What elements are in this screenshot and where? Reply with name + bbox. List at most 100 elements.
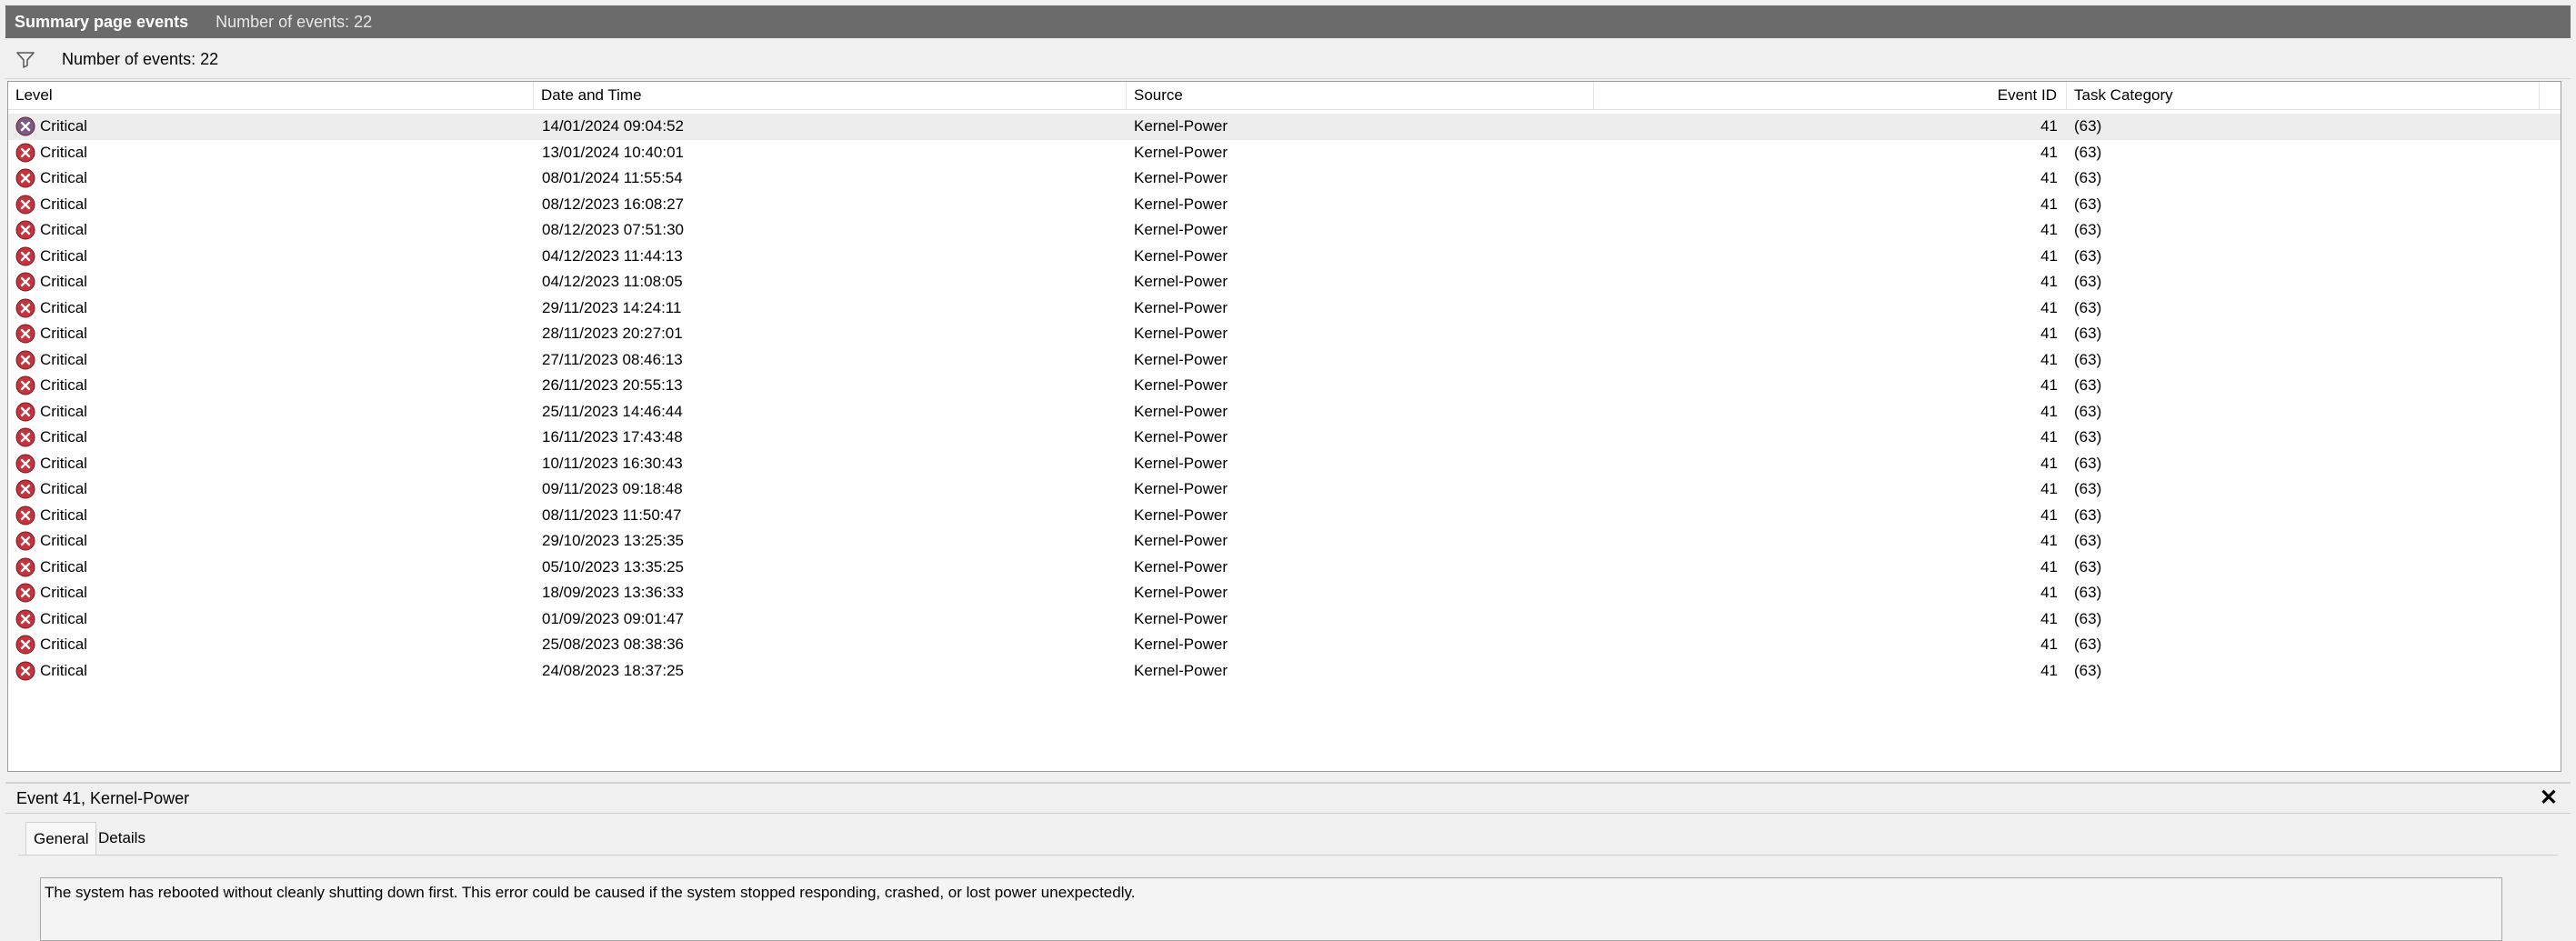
table-row[interactable]: Critical 08/01/2024 11:55:54 Kernel-Power 4… <box>8 165 2561 192</box>
cell-task-category: (63) <box>2074 402 2102 420</box>
cell-event-id: 41 <box>2040 402 2058 420</box>
tab-details[interactable]: Details <box>91 822 153 855</box>
cell-source: Kernel-Power <box>1134 480 1228 497</box>
cell-level: Critical <box>40 117 87 135</box>
cell-task-category: (63) <box>2074 195 2102 213</box>
cell-level: Critical <box>40 376 87 394</box>
cell-level: Critical <box>40 557 87 576</box>
cell-task-category: (63) <box>2074 609 2102 627</box>
close-icon[interactable]: ✕ <box>2540 786 2558 811</box>
critical-error-icon <box>15 324 35 344</box>
column-header-level[interactable]: Level <box>8 82 534 109</box>
table-row[interactable]: Critical 16/11/2023 17:43:48 Kernel-Power 4… <box>8 425 2561 451</box>
critical-error-icon <box>15 350 35 369</box>
cell-event-id: 41 <box>2040 325 2058 342</box>
cell-event-id: 41 <box>2040 661 2058 679</box>
table-row[interactable]: Critical 25/11/2023 14:46:44 Kernel-Power 4… <box>8 399 2561 425</box>
table-row[interactable]: Critical 04/12/2023 11:44:13 Kernel-Power 4… <box>8 244 2561 270</box>
table-row[interactable]: Critical 14/01/2024 09:04:52 Kernel-Power 4… <box>8 114 2561 140</box>
cell-task-category: (63) <box>2074 246 2102 265</box>
cell-source: Kernel-Power <box>1134 246 1228 265</box>
table-row[interactable]: Critical 28/11/2023 20:27:01 Kernel-Power 4… <box>8 321 2561 347</box>
cell-date-time: 04/12/2023 11:08:05 <box>542 273 683 290</box>
tab-general[interactable]: General <box>25 822 97 855</box>
event-detail-title: Event 41, Kernel-Power <box>16 789 190 807</box>
critical-error-icon <box>15 583 35 603</box>
cell-event-id: 41 <box>2040 636 2058 653</box>
column-header-event-id[interactable]: Event ID <box>1594 82 2067 109</box>
cell-task-category: (63) <box>2074 557 2102 576</box>
table-row[interactable]: Critical 10/11/2023 16:30:43 Kernel-Power 4… <box>8 451 2561 477</box>
critical-error-icon <box>15 661 35 680</box>
cell-source: Kernel-Power <box>1134 636 1228 653</box>
cell-source: Kernel-Power <box>1134 195 1228 213</box>
cell-date-time: 16/11/2023 17:43:48 <box>542 428 683 445</box>
table-row[interactable]: Critical 05/10/2023 13:35:25 Kernel-Power 4… <box>8 555 2561 581</box>
cell-date-time: 13/01/2024 10:40:01 <box>542 143 684 161</box>
event-description[interactable]: The system has rebooted without cleanly … <box>40 877 2502 941</box>
cell-date-time: 27/11/2023 08:46:13 <box>542 350 683 368</box>
cell-event-id: 41 <box>2040 143 2058 161</box>
cell-date-time: 25/11/2023 14:46:44 <box>542 402 683 420</box>
critical-error-icon <box>15 298 35 317</box>
table-row[interactable]: Critical 13/01/2024 10:40:01 Kernel-Power 4… <box>8 140 2561 166</box>
cell-level: Critical <box>40 584 87 601</box>
table-row[interactable]: Critical 25/08/2023 08:38:36 Kernel-Power 4… <box>8 632 2561 658</box>
table-row[interactable]: Critical 08/12/2023 16:08:27 Kernel-Power 4… <box>8 192 2561 218</box>
cell-task-category: (63) <box>2074 273 2102 290</box>
table-row[interactable]: Critical 01/09/2023 09:01:47 Kernel-Power 4… <box>8 606 2561 633</box>
column-header-source[interactable]: Source <box>1127 82 1594 109</box>
table-row[interactable]: Critical 08/12/2023 07:51:30 Kernel-Power 4… <box>8 217 2561 244</box>
cell-source: Kernel-Power <box>1134 584 1228 601</box>
cell-date-time: 08/12/2023 07:51:30 <box>542 221 684 238</box>
cell-date-time: 14/01/2024 09:04:52 <box>542 117 684 135</box>
cell-source: Kernel-Power <box>1134 325 1228 342</box>
table-body: Critical 14/01/2024 09:04:52 Kernel-Power 4… <box>8 114 2561 684</box>
cell-level: Critical <box>40 661 87 679</box>
filter-icon[interactable] <box>15 48 36 70</box>
table-row[interactable]: Critical 09/11/2023 09:18:48 Kernel-Power 4… <box>8 476 2561 503</box>
cell-event-id: 41 <box>2040 376 2058 394</box>
cell-level: Critical <box>40 402 87 420</box>
cell-event-id: 41 <box>2040 117 2058 135</box>
cell-source: Kernel-Power <box>1134 557 1228 576</box>
cell-level: Critical <box>40 195 87 213</box>
table-row[interactable]: Critical 08/11/2023 11:50:47 Kernel-Power 4… <box>8 503 2561 529</box>
cell-source: Kernel-Power <box>1134 273 1228 290</box>
critical-error-icon <box>15 246 35 265</box>
cell-date-time: 10/11/2023 16:30:43 <box>542 454 683 472</box>
cell-task-category: (63) <box>2074 221 2102 238</box>
critical-error-icon <box>15 402 35 421</box>
cell-level: Critical <box>40 532 87 549</box>
table-row[interactable]: Critical 18/09/2023 13:36:33 Kernel-Power 4… <box>8 580 2561 606</box>
cell-source: Kernel-Power <box>1134 169 1228 186</box>
filter-event-count: Number of events: 22 <box>62 49 219 68</box>
critical-error-icon <box>15 116 35 136</box>
table-row[interactable]: Critical 24/08/2023 18:37:25 Kernel-Power 4… <box>8 658 2561 685</box>
cell-date-time: 18/09/2023 13:36:33 <box>542 584 684 601</box>
critical-error-icon <box>15 427 35 447</box>
table-row[interactable]: Critical 26/11/2023 20:55:13 Kernel-Power 4… <box>8 373 2561 399</box>
cell-task-category: (63) <box>2074 117 2102 135</box>
column-header-task-category[interactable]: Task Category <box>2067 82 2540 109</box>
table-row[interactable]: Critical 04/12/2023 11:08:05 Kernel-Power 4… <box>8 269 2561 295</box>
table-row[interactable]: Critical 29/10/2023 13:25:35 Kernel-Power 4… <box>8 528 2561 555</box>
cell-date-time: 04/12/2023 11:44:13 <box>542 246 683 265</box>
cell-source: Kernel-Power <box>1134 376 1228 394</box>
table-row[interactable]: Critical 29/11/2023 14:24:11 Kernel-Power 4… <box>8 295 2561 322</box>
cell-date-time: 24/08/2023 18:37:25 <box>542 661 684 679</box>
critical-error-icon <box>15 531 35 551</box>
critical-error-icon <box>15 272 35 292</box>
cell-level: Critical <box>40 609 87 627</box>
column-header-date-time[interactable]: Date and Time <box>534 82 1127 109</box>
cell-task-category: (63) <box>2074 454 2102 472</box>
cell-source: Kernel-Power <box>1134 661 1228 679</box>
cell-event-id: 41 <box>2040 221 2058 238</box>
table-row[interactable]: Critical 27/11/2023 08:46:13 Kernel-Power 4… <box>8 347 2561 374</box>
cell-level: Critical <box>40 143 87 161</box>
cell-level: Critical <box>40 169 87 186</box>
critical-error-icon <box>15 506 35 525</box>
cell-source: Kernel-Power <box>1134 117 1228 135</box>
cell-date-time: 05/10/2023 13:35:25 <box>542 557 684 576</box>
cell-task-category: (63) <box>2074 506 2102 524</box>
